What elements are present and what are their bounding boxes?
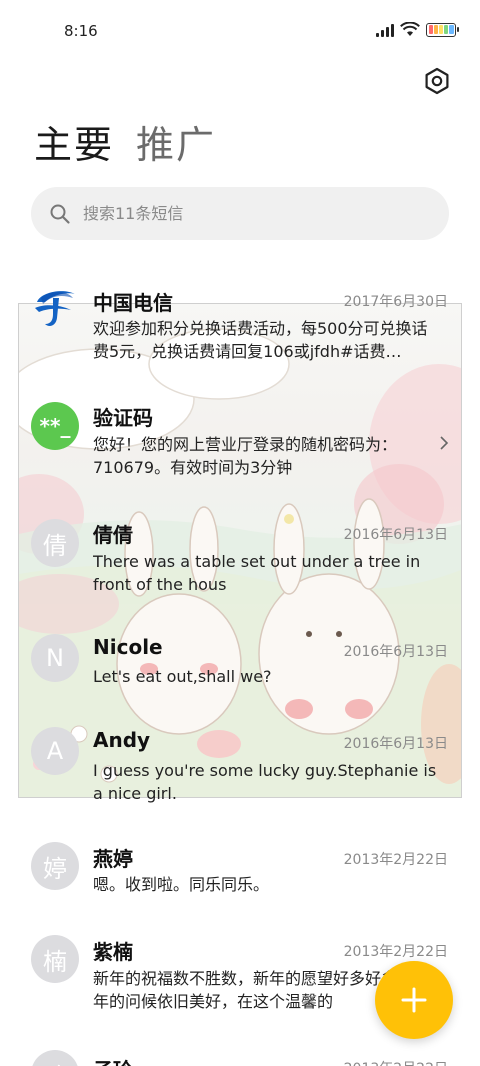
avatar: N [31, 634, 79, 682]
contact-name: 紫楠 [93, 940, 133, 964]
tab-bar: 主要 推广 [34, 122, 216, 168]
message-snippet: There was a table set out under a tree i… [93, 552, 421, 594]
wifi-icon [400, 22, 420, 36]
battery-segment [444, 25, 449, 34]
message-snippet: I guess you're some lucky guy.Stephanie … [93, 761, 437, 803]
conversation-item[interactable]: **_ 验证码 您好！您的网上营业厅登录的随机密码为：710679。有效时间为3… [0, 392, 480, 492]
new-message-button[interactable] [375, 961, 453, 1039]
contact-name: Nicole [93, 635, 163, 659]
message-snippet: 嗯。收到啦。同乐同乐。 [93, 875, 270, 894]
contact-name: 燕婷 [93, 847, 133, 871]
messages-screen: 8:16 主要 推广 搜索11条短信 中国电信 2017年6月30日 欢迎参加积… [0, 0, 480, 1066]
battery-segment [428, 25, 433, 34]
contact-name: Andy [93, 728, 151, 752]
message-date: 2016年6月13日 [343, 644, 448, 660]
conversation-item[interactable]: 婷 燕婷 2013年2月22日 嗯。收到啦。同乐同乐。 [0, 834, 480, 914]
conversation-item[interactable]: A Andy 2016年6月13日 I guess you're some lu… [0, 718, 480, 818]
status-bar: 8:16 [0, 0, 480, 62]
avatar: 倩 [31, 519, 79, 567]
contact-name: 倩倩 [93, 523, 133, 547]
message-date: 2013年2月22日 [343, 944, 448, 960]
tab-promotions[interactable]: 推广 [136, 122, 216, 168]
battery-segment [449, 25, 454, 34]
avatar: A [31, 727, 79, 775]
gear-icon[interactable] [422, 66, 452, 96]
conversation-item[interactable]: 玲 子玲 2013年2月22日 [0, 1048, 480, 1066]
battery-segment [438, 25, 444, 34]
avatar: 玲 [31, 1050, 79, 1066]
avatar: 婷 [31, 842, 79, 890]
avatar: **_ [31, 402, 79, 450]
conversation-item[interactable]: N Nicole 2016年6月13日 Let's eat out,shall … [0, 626, 480, 706]
battery-icon [426, 22, 459, 37]
message-date: 2017年6月30日 [343, 294, 448, 310]
conversation-item[interactable]: 倩 倩倩 2016年6月13日 There was a table set ou… [0, 509, 480, 609]
message-date: 2016年6月13日 [343, 527, 448, 543]
message-date: 2016年6月13日 [343, 736, 448, 752]
contact-name: 中国电信 [93, 291, 173, 315]
battery-segment [433, 25, 438, 34]
chevron-right-icon [440, 436, 449, 450]
message-snippet: 欢迎参加积分兑换话费活动，每500分可兑换话费5元，兑换话费请回复106或jfd… [93, 319, 428, 361]
status-time: 8:16 [64, 22, 98, 40]
message-snippet: 您好！您的网上营业厅登录的随机密码为：710679。有效时间为3分钟 [93, 435, 398, 477]
search-input[interactable] [83, 204, 383, 223]
message-snippet: Let's eat out,shall we? [93, 667, 272, 686]
search-icon [50, 204, 70, 224]
contact-name: 验证码 [93, 406, 153, 430]
china-telecom-logo [35, 291, 75, 326]
avatar: 楠 [31, 935, 79, 983]
status-icons [376, 22, 459, 37]
message-date: 2013年2月22日 [344, 1058, 448, 1066]
search-bar[interactable] [31, 187, 449, 240]
contact-name: 子玲 [93, 1054, 133, 1066]
plus-icon [401, 987, 427, 1013]
message-date: 2013年2月22日 [343, 852, 448, 868]
signal-icon [376, 23, 394, 37]
conversation-item[interactable]: 中国电信 2017年6月30日 欢迎参加积分兑换话费活动，每500分可兑换话费5… [0, 276, 480, 376]
tab-primary[interactable]: 主要 [34, 122, 114, 168]
